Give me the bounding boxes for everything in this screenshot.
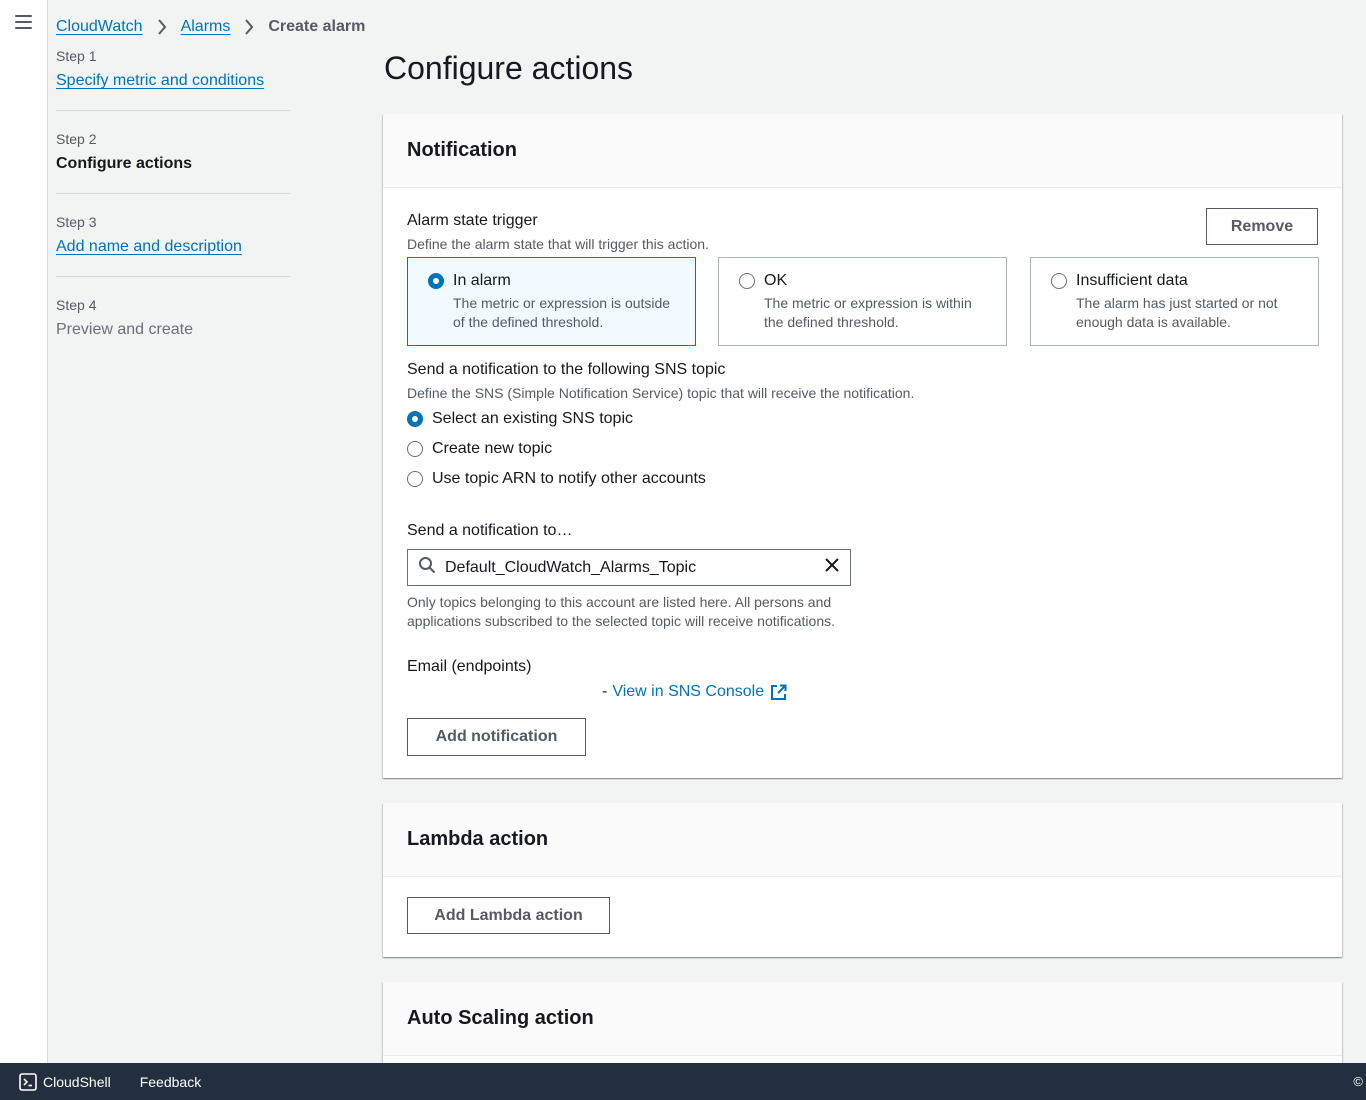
sns-topic-description: Define the SNS (Simple Notification Serv… <box>407 385 915 401</box>
sns-option-arn[interactable]: Use topic ARN to notify other accounts <box>407 470 706 488</box>
step-3: Step 3 Add name and description <box>56 214 290 277</box>
radio-ok[interactable] <box>739 273 755 289</box>
sns-console-row: - View in SNS Console <box>602 683 787 701</box>
search-value: Default_CloudWatch_Alarms_Topic <box>445 558 697 576</box>
alarm-state-trigger-description: Define the alarm state that will trigger… <box>407 236 709 252</box>
radio-use-topic-arn[interactable] <box>407 471 423 487</box>
auto-scaling-panel-header: Auto Scaling action <box>383 982 1342 1056</box>
step-number: Step 3 <box>56 214 97 230</box>
remove-button[interactable]: Remove <box>1206 208 1318 245</box>
sns-option-existing[interactable]: Select an existing SNS topic <box>407 410 633 428</box>
topic-hint-line: applications subscribed to the selected … <box>407 613 836 629</box>
tile-title: Insufficient data <box>1076 272 1188 289</box>
sns-option-new[interactable]: Create new topic <box>407 440 552 458</box>
topic-hint: Only topics belonging to this account ar… <box>407 593 835 631</box>
step-1: Step 1 Specify metric and conditions <box>56 48 290 111</box>
external-link-icon <box>770 684 787 701</box>
chevron-right-icon <box>244 19 254 35</box>
topic-hint-line: Only topics belonging to this account ar… <box>407 594 832 610</box>
breadcrumb-current: Create alarm <box>268 18 366 35</box>
auto-scaling-action-panel: Auto Scaling action <box>383 982 1342 1063</box>
lambda-action-panel: Lambda action Add Lambda action <box>383 803 1342 957</box>
sns-topic-label: Send a notification to the following SNS… <box>407 361 726 378</box>
radio-label: Select an existing SNS topic <box>432 410 633 427</box>
radio-create-new-topic[interactable] <box>407 441 423 457</box>
step-number: Step 1 <box>56 48 97 64</box>
copyright-text: © <box>1353 1074 1363 1089</box>
radio-in-alarm[interactable] <box>428 273 444 289</box>
hamburger-menu-icon[interactable] <box>15 15 32 29</box>
step-current-configure-actions: Configure actions <box>56 155 193 172</box>
email-endpoints-label: Email (endpoints) <box>407 658 532 675</box>
wizard-steps: Step 1 Specify metric and conditions Ste… <box>56 48 290 379</box>
tile-description: The alarm has just started or not enough… <box>1076 295 1278 330</box>
tile-insufficient-data[interactable]: Insufficient data The alarm has just sta… <box>1030 257 1319 346</box>
tile-in-alarm[interactable]: In alarm The metric or expression is out… <box>407 257 696 346</box>
view-in-sns-console-link[interactable]: View in SNS Console <box>612 683 764 701</box>
step-link-specify-metric[interactable]: Specify metric and conditions <box>56 72 290 90</box>
cloudshell-button[interactable]: CloudShell <box>19 1072 111 1091</box>
radio-select-existing-topic[interactable] <box>407 411 423 427</box>
radio-label: Use topic ARN to notify other accounts <box>432 470 706 487</box>
send-notification-to-label: Send a notification to… <box>407 522 573 539</box>
tile-description: The metric or expression is outside of t… <box>453 295 671 330</box>
tile-description: The metric or expression is within the d… <box>764 295 972 330</box>
tile-ok[interactable]: OK The metric or expression is within th… <box>718 257 1007 346</box>
radio-label: Create new topic <box>432 440 553 457</box>
step-preview-and-create: Preview and create <box>56 321 193 338</box>
step-number: Step 4 <box>56 297 97 313</box>
search-icon <box>418 556 436 579</box>
tile-title: In alarm <box>453 272 511 289</box>
alarm-state-trigger-label: Alarm state trigger <box>407 212 538 229</box>
breadcrumb-cloudwatch-link[interactable]: CloudWatch <box>56 18 143 36</box>
sns-topic-search-input[interactable]: Default_CloudWatch_Alarms_Topic <box>407 549 851 586</box>
add-notification-button[interactable]: Add notification <box>407 718 586 756</box>
step-2: Step 2 Configure actions <box>56 131 290 194</box>
step-4: Step 4 Preview and create <box>56 297 290 359</box>
page-title: Configure actions <box>384 50 634 86</box>
notification-panel-header: Notification <box>383 114 1342 188</box>
radio-insufficient-data[interactable] <box>1051 273 1067 289</box>
breadcrumb-alarms-link[interactable]: Alarms <box>181 18 231 36</box>
step-link-add-name[interactable]: Add name and description <box>56 238 290 256</box>
feedback-label: Feedback <box>139 1073 202 1090</box>
cloudshell-label: CloudShell <box>43 1073 111 1090</box>
lambda-panel-header: Lambda action <box>383 803 1342 877</box>
clear-icon[interactable] <box>824 557 840 578</box>
breadcrumb: CloudWatch Alarms Create alarm <box>56 16 365 38</box>
step-number: Step 2 <box>56 131 97 147</box>
dash-text: - <box>602 683 608 700</box>
tile-title: OK <box>764 272 788 289</box>
navigation-rail <box>0 0 48 1063</box>
notification-panel: Notification Alarm state trigger Define … <box>383 114 1342 778</box>
console-footer: CloudShell Feedback © <box>0 1063 1366 1100</box>
add-lambda-action-button[interactable]: Add Lambda action <box>407 897 610 934</box>
feedback-button[interactable]: Feedback <box>140 1074 201 1090</box>
chevron-right-icon <box>157 19 167 35</box>
cloudshell-icon <box>19 1072 37 1091</box>
